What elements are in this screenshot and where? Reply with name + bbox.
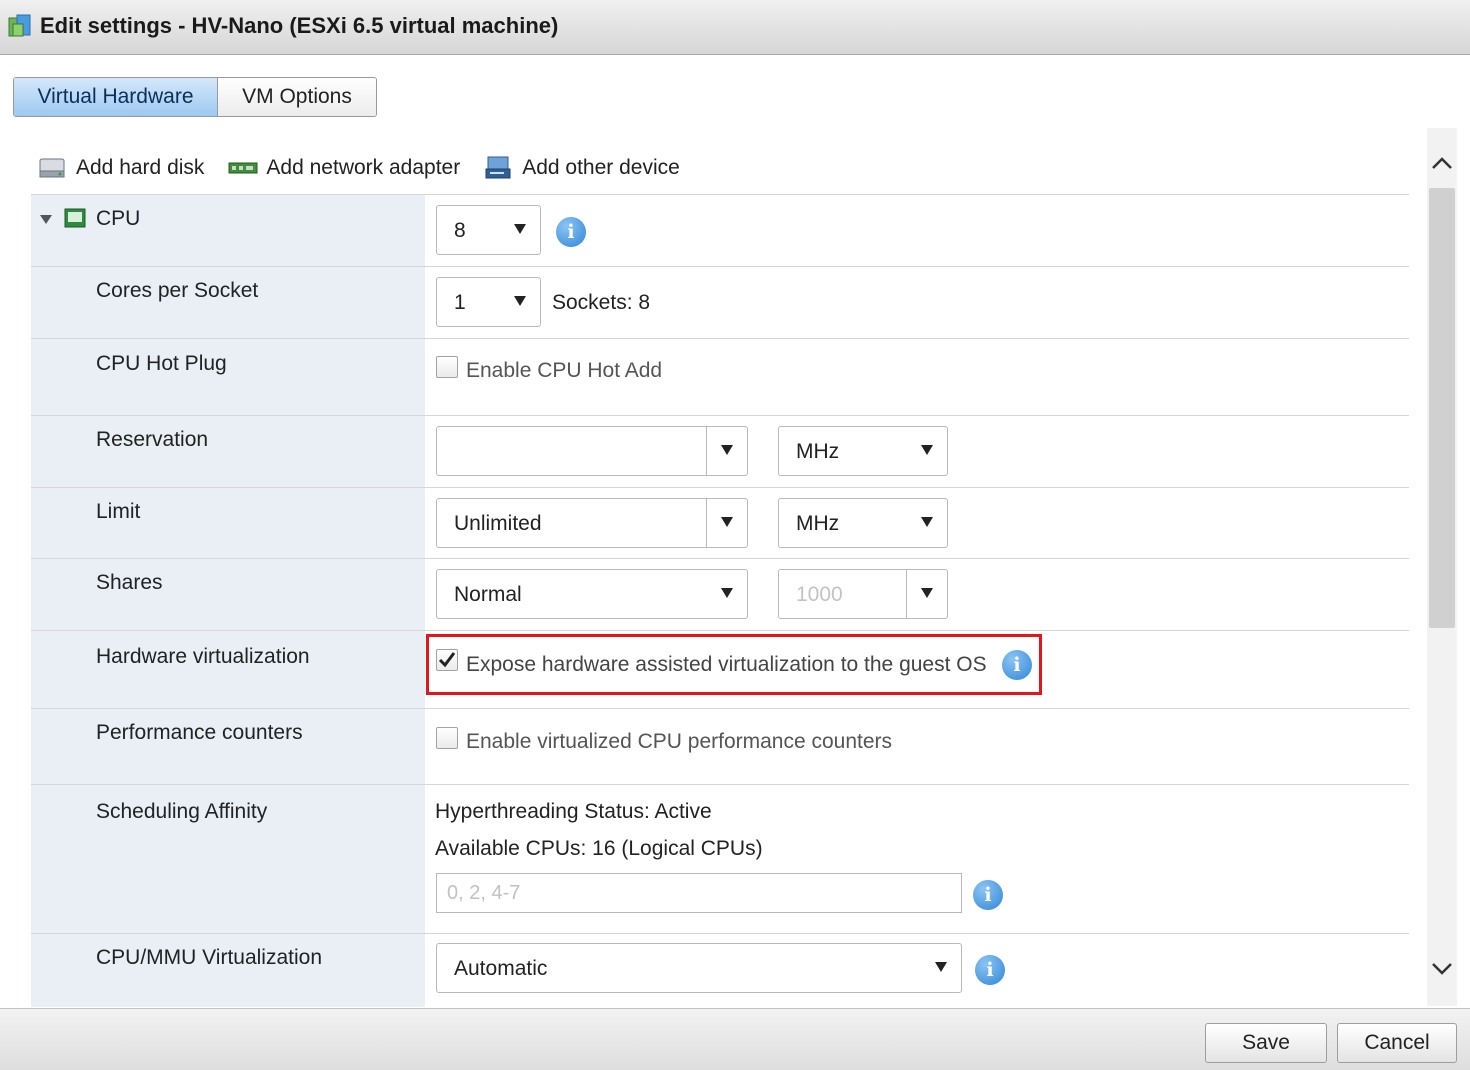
- add-hard-disk-label: Add hard disk: [76, 156, 205, 179]
- reservation-label: Reservation: [96, 428, 209, 451]
- cpu-hot-add-checkbox[interactable]: [436, 356, 458, 378]
- add-other-device-label: Add other device: [522, 156, 680, 179]
- chevron-down-icon: [921, 517, 933, 527]
- cpu-icon: [64, 208, 86, 228]
- shares-amount-combo: 1000: [778, 569, 948, 619]
- cpu-count-value: 8: [454, 219, 466, 242]
- perf-counters-checkbox-label: Enable virtualized CPU performance count…: [466, 730, 893, 753]
- add-network-adapter-label: Add network adapter: [266, 156, 461, 179]
- info-icon[interactable]: i: [556, 217, 586, 247]
- affinity-input[interactable]: 0, 2, 4-7: [436, 873, 962, 913]
- vm-app-icon: [8, 14, 31, 37]
- limit-value: Unlimited: [454, 512, 542, 535]
- cores-per-socket-value: 1: [454, 291, 466, 314]
- cpu-row: CPU 8 i: [31, 195, 1409, 267]
- performance-counters-row: Performance counters Enable virtualized …: [31, 709, 1409, 785]
- hard-disk-icon: [39, 158, 65, 178]
- dialog-footer: Save Cancel: [0, 1008, 1470, 1070]
- title-bar: Edit settings - HV-Nano (ESXi 6.5 virtua…: [0, 0, 1470, 55]
- add-other-device-button[interactable]: Add other device: [484, 154, 680, 182]
- chevron-down-icon: [921, 445, 933, 455]
- save-button[interactable]: Save: [1205, 1023, 1327, 1063]
- chevron-down-icon: [514, 224, 526, 234]
- cpu-count-select[interactable]: 8: [436, 205, 541, 255]
- chevron-down-icon: [935, 962, 947, 972]
- available-cpus: Available CPUs: 16 (Logical CPUs): [435, 837, 763, 860]
- chevron-down-icon: [721, 445, 733, 455]
- device-toolbar: Add hard disk Add network adapter Add ot…: [38, 150, 704, 186]
- limit-unit: MHz: [796, 512, 840, 535]
- cpu-hot-plug-row: CPU Hot Plug Enable CPU Hot Add: [31, 339, 1409, 416]
- collapse-arrow-icon[interactable]: [40, 215, 52, 224]
- chevron-down-icon: [921, 588, 933, 598]
- performance-counters-label: Performance counters: [96, 721, 303, 744]
- limit-unit-select[interactable]: MHz: [778, 498, 948, 548]
- shares-amount: 1000: [796, 583, 843, 606]
- mmu-virtualization-label: CPU/MMU Virtualization: [96, 946, 323, 969]
- shares-select[interactable]: Normal: [436, 569, 748, 619]
- add-network-adapter-button[interactable]: Add network adapter: [228, 155, 460, 181]
- cancel-button[interactable]: Cancel: [1337, 1023, 1457, 1063]
- chevron-down-icon: [514, 296, 526, 306]
- tab-virtual-hardware[interactable]: Virtual Hardware: [14, 78, 218, 116]
- scheduling-affinity-label: Scheduling Affinity: [96, 800, 268, 823]
- reservation-unit: MHz: [796, 440, 840, 463]
- cpu-label: CPU: [96, 207, 141, 230]
- reservation-row: Reservation MHz: [31, 416, 1409, 488]
- limit-row: Limit Unlimited MHz: [31, 488, 1409, 559]
- scroll-up-icon[interactable]: [1430, 152, 1454, 176]
- other-device-icon: [485, 156, 511, 179]
- sockets-text: Sockets: 8: [552, 291, 651, 314]
- window-title: Edit settings - HV-Nano (ESXi 6.5 virtua…: [40, 13, 559, 38]
- perf-counters-checkbox[interactable]: [436, 727, 458, 749]
- tab-bar: Virtual Hardware VM Options: [13, 77, 377, 117]
- reservation-combo[interactable]: [436, 426, 748, 476]
- cpu-hot-add-label: Enable CPU Hot Add: [466, 359, 663, 382]
- shares-row: Shares Normal 1000: [31, 559, 1409, 631]
- info-icon[interactable]: i: [975, 955, 1005, 985]
- mmu-virtualization-select[interactable]: Automatic: [436, 943, 962, 993]
- shares-label: Shares: [96, 571, 163, 594]
- limit-label: Limit: [96, 500, 141, 523]
- network-adapter-icon: [228, 162, 258, 174]
- mmu-virtualization-value: Automatic: [454, 957, 548, 980]
- scroll-thumb[interactable]: [1429, 188, 1455, 628]
- hardware-virtualization-label: Hardware virtualization: [96, 645, 310, 668]
- chevron-down-icon: [721, 588, 733, 598]
- info-icon[interactable]: i: [973, 880, 1003, 910]
- cores-per-socket-label: Cores per Socket: [96, 279, 259, 302]
- cores-per-socket-select[interactable]: 1: [436, 277, 541, 327]
- cpu-hot-plug-label: CPU Hot Plug: [96, 352, 227, 375]
- highlight-box: [426, 634, 1042, 695]
- limit-combo[interactable]: Unlimited: [436, 498, 748, 548]
- vertical-scrollbar[interactable]: [1427, 128, 1457, 1006]
- shares-value: Normal: [454, 583, 522, 606]
- chevron-down-icon: [721, 517, 733, 527]
- cpu-settings-grid: CPU 8 i Cores per Socket 1 Sockets: 8 CP…: [31, 194, 1409, 1007]
- tab-vm-options[interactable]: VM Options: [218, 78, 376, 116]
- add-hard-disk-button[interactable]: Add hard disk: [38, 155, 204, 181]
- reservation-unit-select[interactable]: MHz: [778, 426, 948, 476]
- scheduling-affinity-row: Scheduling Affinity Hyperthreading Statu…: [31, 785, 1409, 934]
- cores-per-socket-row: Cores per Socket 1 Sockets: 8: [31, 267, 1409, 339]
- scroll-down-icon[interactable]: [1430, 956, 1454, 980]
- mmu-virtualization-row: CPU/MMU Virtualization Automatic i: [31, 934, 1409, 1007]
- hyperthreading-status: Hyperthreading Status: Active: [435, 800, 712, 823]
